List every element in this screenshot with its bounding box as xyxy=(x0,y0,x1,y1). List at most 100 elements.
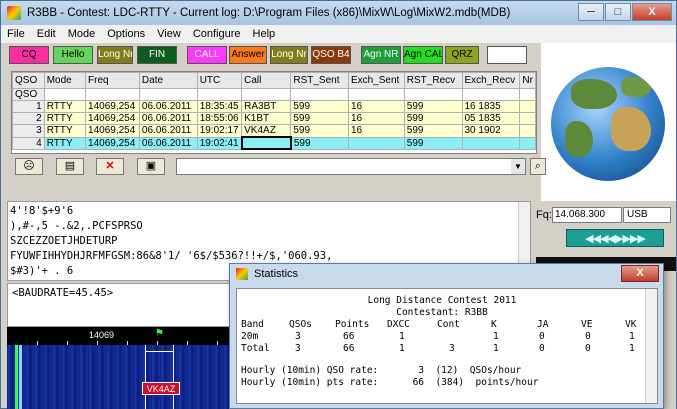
table-row[interactable]: 3 RTTY 14069,254 06.06.2011 19:02:17 VK4… xyxy=(12,124,536,138)
log-cell: 599 xyxy=(290,100,349,113)
table-row[interactable]: 2 RTTY 14069,254 06.06.2011 18:55:06 K1B… xyxy=(12,112,536,125)
close-button[interactable]: X xyxy=(632,3,672,21)
stats-cell: 1 xyxy=(629,331,635,342)
stats-col: VK xyxy=(625,319,637,330)
log-cell[interactable] xyxy=(461,136,521,150)
log-cell: 4 xyxy=(12,136,45,150)
macro-button-empty[interactable] xyxy=(487,46,527,64)
macro-button-hello[interactable]: Hello xyxy=(53,46,93,64)
macro-button-fin[interactable]: FIN xyxy=(137,46,177,64)
stats-cell: 3 xyxy=(449,343,455,354)
waterfall-display[interactable]: 14069 ⚑ VK4AZ xyxy=(7,327,237,409)
hourly-pts-rate: Hourly (10min) pts rate: 66 (384) points… xyxy=(241,377,539,388)
transmit-text-window[interactable]: <BAUDRATE=45.45> xyxy=(7,283,237,327)
tuning-arrows[interactable]: ◀◀◀◀▶▶▶▶ xyxy=(566,229,664,247)
marker-line xyxy=(173,345,174,409)
macro-button-answer[interactable]: Answer xyxy=(229,46,267,64)
macro-button-agn-nr[interactable]: Agn NR xyxy=(361,46,401,64)
col-nr[interactable]: Nr xyxy=(519,72,536,89)
stats-col: JA xyxy=(537,319,549,330)
flag-icon: ⚑ xyxy=(155,328,164,339)
menu-file[interactable]: File xyxy=(1,28,31,40)
stats-cell: 20m xyxy=(241,331,259,342)
search-icon[interactable]: ⌕ xyxy=(530,158,546,175)
log-cell: 599 xyxy=(290,112,349,125)
col-qso[interactable]: QSO xyxy=(12,72,45,89)
stats-cell: 3 xyxy=(295,331,301,342)
card-icon[interactable]: ▤ xyxy=(56,158,84,175)
stats-cell: 1 xyxy=(399,343,405,354)
log-cell: 14069,254 xyxy=(85,100,140,113)
log-grid[interactable]: QSO Mode Freq Date UTC Call RST_Sent Exc… xyxy=(11,71,537,154)
log-cell: 2 xyxy=(12,112,45,125)
stats-cell: 1 xyxy=(629,343,635,354)
macro-button-long-nr-2[interactable]: Long Nr xyxy=(270,46,308,64)
glasses-icon[interactable]: ☹ xyxy=(15,158,43,175)
mode-select[interactable]: USB xyxy=(623,207,671,223)
col-utc[interactable]: UTC xyxy=(196,72,243,89)
table-row[interactable]: 1 RTTY 14069,254 06.06.2011 18:35:45 RA3… xyxy=(12,100,536,113)
statistics-body[interactable]: Long Distance Contest 2011 Contestant: R… xyxy=(236,288,658,404)
globe-map[interactable] xyxy=(551,67,665,181)
log-cell xyxy=(519,88,536,101)
stats-cell: 0 xyxy=(539,343,545,354)
menu-options[interactable]: Options xyxy=(101,28,151,40)
col-rst-sent[interactable]: RST_Sent xyxy=(290,72,349,89)
col-freq[interactable]: Freq xyxy=(85,72,140,89)
stats-cell: 0 xyxy=(539,331,545,342)
call-badge[interactable]: VK4AZ xyxy=(142,382,180,395)
log-cell: 06.06.2011 xyxy=(138,136,198,150)
contest-heading: Long Distance Contest 2011 xyxy=(367,295,517,306)
macro-button-qso-b4[interactable]: QSO B4 xyxy=(311,46,351,64)
statistics-scrollbar[interactable] xyxy=(645,289,657,403)
marker-line xyxy=(145,345,146,409)
col-exch-sent[interactable]: Exch_Sent xyxy=(347,72,405,89)
log-cell: 19:02:17 xyxy=(196,124,243,138)
window-title: R3BB - Contest: LDC-RTTY - Current log: … xyxy=(27,7,511,19)
log-cell: RTTY xyxy=(43,136,87,150)
waterfall-spectrum[interactable] xyxy=(7,345,237,409)
stats-cell: 1 xyxy=(493,343,499,354)
menu-view[interactable]: View xyxy=(151,28,187,40)
title-bar[interactable]: R3BB - Contest: LDC-RTTY - Current log: … xyxy=(1,1,676,25)
log-cell[interactable]: 599 xyxy=(290,136,349,150)
col-mode[interactable]: Mode xyxy=(43,72,87,89)
statistics-close-button[interactable]: X xyxy=(621,265,659,282)
maximize-button[interactable]: □ xyxy=(605,3,631,21)
table-row-current[interactable]: 4 RTTY 14069,254 06.06.2011 19:02:41 599… xyxy=(12,136,536,150)
rx-line: ),#-,5 -.&2,.PCFSPRSO xyxy=(10,220,143,232)
col-call[interactable]: Call xyxy=(241,72,292,89)
menu-configure[interactable]: Configure xyxy=(187,28,247,40)
col-exch-recv[interactable]: Exch_Recv xyxy=(461,72,521,89)
table-row[interactable]: QSO xyxy=(12,88,536,101)
menu-edit[interactable]: Edit xyxy=(31,28,62,40)
delete-icon[interactable]: ✕ xyxy=(96,158,124,175)
log-cell: 599 xyxy=(290,124,349,138)
save-icon[interactable]: ▣ xyxy=(137,158,165,175)
frequency-input[interactable]: 14.068.300 xyxy=(552,207,622,223)
app-icon[interactable] xyxy=(7,6,21,20)
chevron-down-icon[interactable]: ▼ xyxy=(511,159,525,174)
log-filter-combo[interactable]: ▼ xyxy=(176,158,526,175)
col-date[interactable]: Date xyxy=(138,72,198,89)
macro-button-qrz[interactable]: QRZ xyxy=(445,46,479,64)
minimize-button[interactable]: ─ xyxy=(578,3,604,21)
log-cell[interactable] xyxy=(519,136,536,150)
col-rst-recv[interactable]: RST_Recv xyxy=(403,72,463,89)
globe-panel xyxy=(541,43,676,203)
call-input-cell[interactable] xyxy=(240,136,292,150)
log-cell[interactable] xyxy=(347,136,405,150)
macro-button-agn-call[interactable]: Agn CALL xyxy=(403,46,443,64)
macro-button-cq[interactable]: CQ xyxy=(9,46,49,64)
menu-mode[interactable]: Mode xyxy=(62,28,102,40)
menu-help[interactable]: Help xyxy=(247,28,282,40)
log-cell: QSO xyxy=(12,88,45,101)
stats-cell: Total xyxy=(241,343,270,354)
log-cell[interactable]: 599 xyxy=(403,136,463,150)
macro-button-call[interactable]: CALL xyxy=(187,46,227,64)
macro-button-long-nr[interactable]: Long Nr xyxy=(97,46,133,64)
statistics-title-bar[interactable]: Statistics X xyxy=(230,264,663,284)
stats-cell: 66 xyxy=(343,343,355,354)
log-cell: 599 xyxy=(403,124,463,138)
frequency-ruler[interactable]: 14069 ⚑ xyxy=(7,327,237,345)
